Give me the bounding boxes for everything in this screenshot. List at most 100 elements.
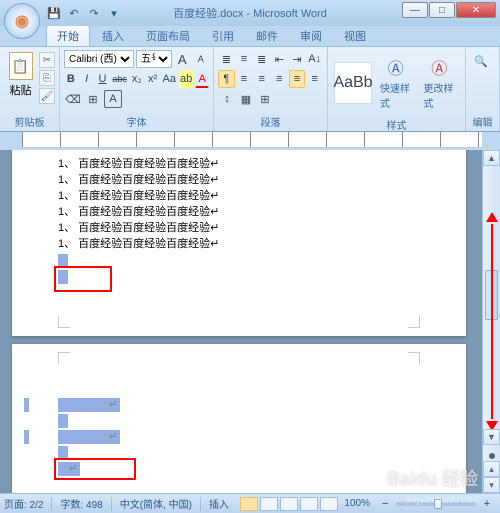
clear-format-button[interactable]: ⌫ [64,90,82,108]
document-area[interactable]: 1、 百度经验百度经验百度经验↵ 1、 百度经验百度经验百度经验↵ 1、 百度经… [0,150,482,493]
annotation-box [54,458,136,480]
sort-button[interactable]: A↓ [306,50,323,68]
scroll-up-button[interactable]: ▲ [483,150,500,166]
borders-button[interactable]: ⊞ [256,90,274,108]
bold-button[interactable]: B [64,70,78,88]
italic-button[interactable]: I [80,70,94,88]
group-styles: AaBb Ⓐ 快速样式 Ⓐ 更改样式 样式 [328,47,466,131]
format-painter-button[interactable]: 🖌 [39,88,55,104]
highlight-button[interactable]: ab [179,70,193,88]
font-name-select[interactable]: Calibri (西) [64,50,134,68]
horizontal-ruler[interactable] [22,132,482,148]
annotation-line [491,224,493,419]
annotation-arrow-icon [486,212,498,222]
status-page[interactable]: 页面: 2/2 [4,496,43,511]
align-left-button[interactable]: ≡ [236,70,253,88]
crop-mark-icon [58,352,74,368]
tab-home[interactable]: 开始 [46,25,90,46]
group-editing: 🔍 编辑 [466,47,500,131]
ribbon: 📋 粘贴 ✂ ⎘ 🖌 剪贴板 Calibri (西) 五号 A A B I U [0,46,500,132]
distribute-button[interactable]: ≡ [306,70,323,88]
align-center-button[interactable]: ≡ [253,70,270,88]
font-color-button[interactable]: A [195,70,209,88]
qat-more-icon[interactable]: ▾ [106,5,122,21]
status-lang[interactable]: 中文(简体, 中国) [120,496,192,511]
char-border-button[interactable]: A [104,90,122,108]
tab-layout[interactable]: 页面布局 [136,26,200,46]
office-button[interactable]: ◉ [4,3,40,39]
scroll-down-button[interactable]: ▼ [483,429,500,445]
bullets-button[interactable]: ≣ [218,50,235,68]
page-2[interactable]: ↵ ↵ ↵ [12,344,466,493]
tab-insert[interactable]: 插入 [92,26,134,46]
undo-icon[interactable]: ↶ [66,5,82,21]
ribbon-tabs: 开始 插入 页面布局 引用 邮件 审阅 视图 [46,26,500,46]
quick-styles-label: 快速样式 [380,80,412,110]
copy-button[interactable]: ⎘ [39,70,55,86]
font-size-select[interactable]: 五号 [136,50,172,68]
list-item[interactable]: 1、 百度经验百度经验百度经验↵ [58,236,420,252]
browse-object-button[interactable] [489,453,495,459]
list-item[interactable]: 1、 百度经验百度经验百度经验↵ [58,188,420,204]
paste-label: 粘贴 [10,82,32,98]
prev-page-button[interactable]: ▴ [483,461,500,477]
view-web-button[interactable] [280,497,298,511]
justify-button[interactable]: ≡ [289,70,306,88]
indent-button[interactable]: ⇥ [289,50,306,68]
next-page-button[interactable]: ▾ [483,477,500,493]
list-item[interactable]: 1、 百度经验百度经验百度经验↵ [58,220,420,236]
numbering-button[interactable]: ≡ [236,50,253,68]
quick-styles-button[interactable]: Ⓐ 快速样式 [376,54,416,112]
case-button[interactable]: Aa [162,70,177,88]
style-preview-1[interactable]: AaBb [334,62,372,104]
shading-button[interactable]: ▦ [237,90,255,108]
superscript-button[interactable]: x² [146,70,160,88]
underline-button[interactable]: U [96,70,110,88]
view-fullscreen-button[interactable] [260,497,278,511]
text-selection: ↵ [58,430,120,444]
tab-mailings[interactable]: 邮件 [246,26,288,46]
paste-button[interactable]: 📋 粘贴 [4,50,37,98]
paste-icon: 📋 [9,52,33,80]
list-item[interactable]: 1、 百度经验百度经验百度经验↵ [58,172,420,188]
quick-styles-icon: Ⓐ [385,56,407,78]
view-outline-button[interactable] [300,497,318,511]
dedent-button[interactable]: ⇤ [271,50,288,68]
status-words[interactable]: 字数: 498 [60,496,102,511]
window-title: 百度经验.docx - Microsoft Word [173,5,327,21]
tab-review[interactable]: 审阅 [290,26,332,46]
list-item[interactable]: 1、 百度经验百度经验百度经验↵ [58,156,420,172]
find-button[interactable]: 🔍 [472,52,490,70]
group-paragraph: ≣ ≡ ≣ ⇤ ⇥ A↓ ¶ ≡ ≡ ≡ ≡ ≡ ↕ ▦ ⊞ 段落 [214,47,328,131]
view-draft-button[interactable] [320,497,338,511]
vertical-scrollbar[interactable]: ▲ ▼ ▴ ▾ [482,150,500,493]
line-spacing-button[interactable]: ↕ [218,90,236,108]
grow-font-button[interactable]: A [174,50,191,68]
text-selection [24,398,29,412]
separator [51,497,52,511]
marks-button[interactable]: ¶ [218,70,235,88]
change-styles-button[interactable]: Ⓐ 更改样式 [420,54,460,112]
view-print-layout-button[interactable] [240,497,258,511]
zoom-out-button[interactable]: − [376,495,394,513]
phonetic-button[interactable]: ⊞ [84,90,102,108]
redo-icon[interactable]: ↷ [86,5,102,21]
status-mode[interactable]: 插入 [209,496,229,511]
page-1[interactable]: 1、 百度经验百度经验百度经验↵ 1、 百度经验百度经验百度经验↵ 1、 百度经… [12,150,466,336]
list-item[interactable]: 1、 百度经验百度经验百度经验↵ [58,204,420,220]
align-right-button[interactable]: ≡ [271,70,288,88]
strike-button[interactable]: abc [111,70,128,88]
group-label-paragraph: 段落 [218,113,323,130]
cut-button[interactable]: ✂ [39,52,55,68]
save-icon[interactable]: 💾 [46,5,62,21]
minimize-button[interactable]: — [402,2,428,18]
multilevel-button[interactable]: ≣ [253,50,270,68]
tab-view[interactable]: 视图 [334,26,376,46]
subscript-button[interactable]: x₂ [130,70,144,88]
tab-references[interactable]: 引用 [202,26,244,46]
close-button[interactable]: ✕ [456,2,496,18]
shrink-font-button[interactable]: A [193,50,210,68]
maximize-button[interactable]: □ [429,2,455,18]
zoom-in-button[interactable]: + [478,495,496,513]
zoom-value[interactable]: 100% [344,498,370,509]
